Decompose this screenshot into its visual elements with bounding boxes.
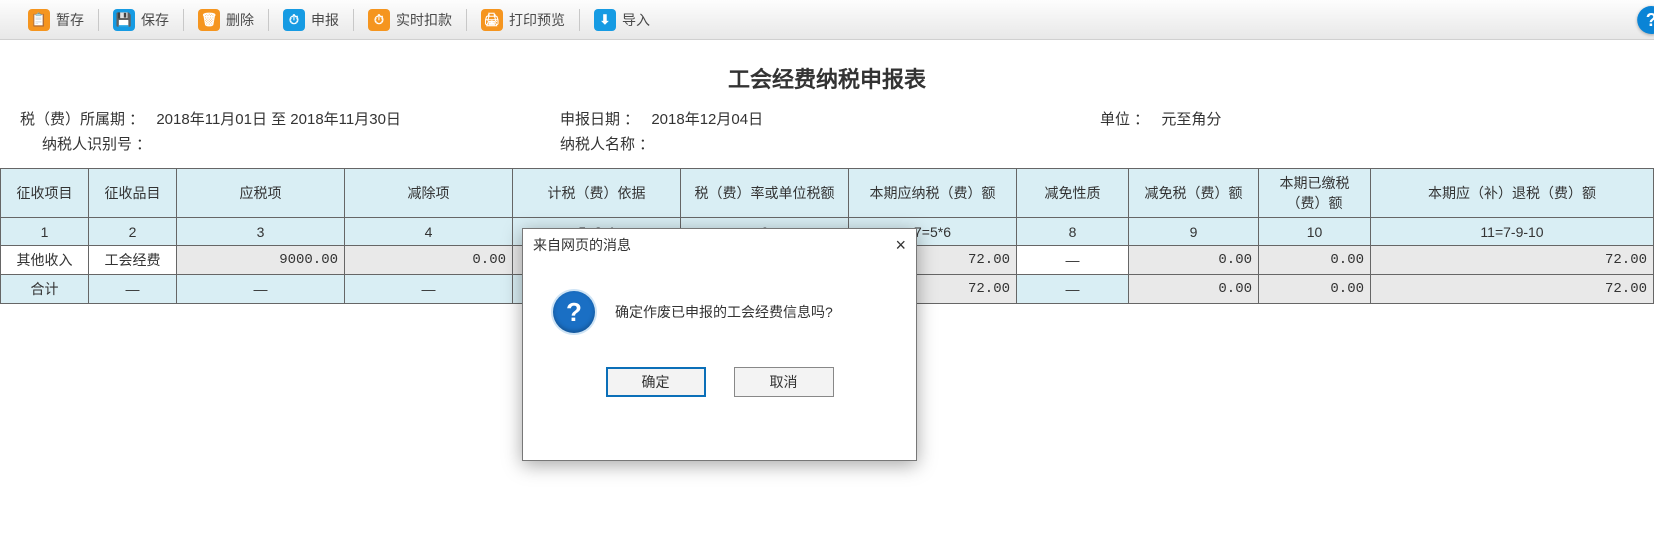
close-icon[interactable]: × [895, 236, 906, 254]
help-icon[interactable]: ? [1637, 6, 1654, 34]
toolbar-separator [353, 9, 354, 31]
meta-block: 税（费）所属期 ： 2018年11月01日 至 2018年11月30日 申报日期… [0, 108, 1654, 168]
period-label: 税（费）所属期 ： [20, 108, 144, 129]
toolbar-separator [579, 9, 580, 31]
toolbar-separator [98, 9, 99, 31]
ok-button[interactable]: 确定 [606, 367, 706, 397]
toolbar-separator [183, 9, 184, 31]
toolbar-deduct-button[interactable]: ⏱ 实时扣款 [360, 7, 460, 33]
cell-exempt-type: — [1017, 246, 1129, 275]
dialog-title: 来自网页的消息 [533, 235, 631, 255]
formula-cell: 2 [89, 218, 177, 246]
th-tax-basis: 计税（费）依据 [513, 169, 681, 218]
total-cell: — [345, 275, 513, 304]
th-refund: 本期应（补）退税（费）额 [1371, 169, 1654, 218]
confirm-dialog: 来自网页的消息 × ? 确定作废已申报的工会经费信息吗? 确定 取消 [522, 228, 917, 461]
toolbar-item-label: 打印预览 [509, 10, 565, 30]
download-icon: ⬇ [594, 9, 616, 31]
total-cell: — [1017, 275, 1129, 304]
app-root: 📋 暂存 💾 保存 🗑 删除 ⏱ 申报 ⏱ 实时扣款 🖨 打印预览 [0, 0, 1654, 549]
cell-refund[interactable]: 72.00 [1371, 246, 1654, 275]
formula-cell: 1 [1, 218, 89, 246]
trash-icon: 🗑 [198, 9, 220, 31]
cell-taxable[interactable]: 9000.00 [177, 246, 345, 275]
unit-label: 单位 ： [1100, 108, 1149, 129]
toolbar-save-button[interactable]: 💾 保存 [105, 7, 177, 33]
th-tax-due: 本期应纳税（费）额 [849, 169, 1017, 218]
th-paid: 本期已缴税（费）额 [1259, 169, 1371, 218]
toolbar-print-button[interactable]: 🖨 打印预览 [473, 7, 573, 33]
cancel-button[interactable]: 取消 [734, 367, 834, 397]
dialog-message: 确定作废已申报的工会经费信息吗? [615, 302, 833, 322]
total-exempt-amount: 0.00 [1129, 275, 1259, 304]
cell-paid[interactable]: 0.00 [1259, 246, 1371, 275]
clipboard-icon: 📋 [28, 9, 50, 31]
toolbar-delete-button[interactable]: 🗑 删除 [190, 7, 262, 33]
table-header-row: 征收项目 征收品目 应税项 减除项 计税（费）依据 税（费）率或单位税额 本期应… [1, 169, 1654, 218]
toolbar-separator [466, 9, 467, 31]
printer-icon: 🖨 [481, 9, 503, 31]
toolbar-item-label: 保存 [141, 10, 169, 30]
total-cell: — [89, 275, 177, 304]
toolbar-import-button[interactable]: ⬇ 导入 [586, 7, 658, 33]
cell-deduction[interactable]: 0.00 [345, 246, 513, 275]
total-cell: — [177, 275, 345, 304]
formula-cell: 8 [1017, 218, 1129, 246]
formula-cell: 11=7-9-10 [1371, 218, 1654, 246]
toolbar-item-label: 删除 [226, 10, 254, 30]
toolbar-item-label: 申报 [311, 10, 339, 30]
taxpayer-name-label: 纳税人名称 ： [560, 133, 654, 154]
cell-exempt-amount[interactable]: 0.00 [1129, 246, 1259, 275]
toolbar-separator [268, 9, 269, 31]
clock-icon: ⏱ [283, 9, 305, 31]
period-value: 2018年11月01日 至 2018年11月30日 [156, 108, 401, 129]
question-icon: ? [553, 291, 595, 333]
cell-collect-item: 其他收入 [1, 246, 89, 275]
th-exempt-type: 减免性质 [1017, 169, 1129, 218]
formula-cell: 4 [345, 218, 513, 246]
th-taxable: 应税项 [177, 169, 345, 218]
total-refund: 72.00 [1371, 275, 1654, 304]
formula-cell: 3 [177, 218, 345, 246]
toolbar-item-label: 实时扣款 [396, 10, 452, 30]
clock-icon: ⏱ [368, 9, 390, 31]
th-collect-item: 征收项目 [1, 169, 89, 218]
unit-value: 元至角分 [1161, 108, 1221, 129]
th-collect-product: 征收品目 [89, 169, 177, 218]
toolbar-stage-button[interactable]: 📋 暂存 [20, 7, 92, 33]
toolbar-declare-button[interactable]: ⏱ 申报 [275, 7, 347, 33]
total-paid: 0.00 [1259, 275, 1371, 304]
formula-cell: 10 [1259, 218, 1371, 246]
toolbar-item-label: 暂存 [56, 10, 84, 30]
save-icon: 💾 [113, 9, 135, 31]
taxpayer-id-label: 纳税人识别号 ： [42, 133, 151, 154]
page-title: 工会经费纳税申报表 [0, 62, 1654, 94]
cell-collect-product: 工会经费 [89, 246, 177, 275]
main-toolbar: 📋 暂存 💾 保存 🗑 删除 ⏱ 申报 ⏱ 实时扣款 🖨 打印预览 [0, 0, 1654, 40]
th-tax-rate: 税（费）率或单位税额 [681, 169, 849, 218]
declare-date-label: 申报日期 ： [560, 108, 639, 129]
th-deduction: 减除项 [345, 169, 513, 218]
total-label: 合计 [1, 275, 89, 304]
formula-cell: 9 [1129, 218, 1259, 246]
th-exempt-amount: 减免税（费）额 [1129, 169, 1259, 218]
toolbar-item-label: 导入 [622, 10, 650, 30]
declare-date-value: 2018年12月04日 [651, 108, 763, 129]
